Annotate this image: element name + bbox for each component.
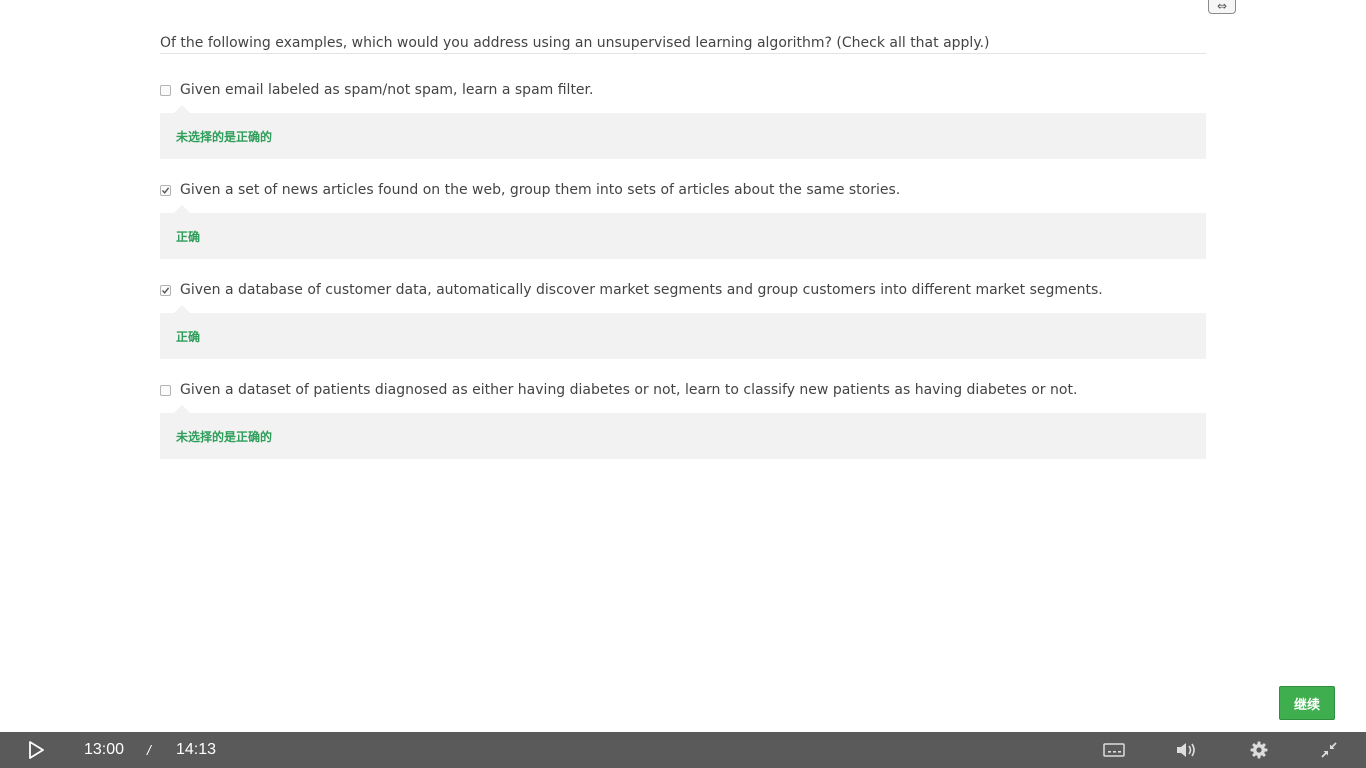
option-4: Given a dataset of patients diagnosed as… — [160, 379, 1206, 459]
volume-button[interactable] — [1174, 732, 1198, 768]
feedback-box: 正确 — [160, 205, 1206, 259]
option-checkbox[interactable] — [160, 384, 171, 396]
option-3: Given a database of customer data, autom… — [160, 279, 1206, 359]
option-label: Given a set of news articles found on th… — [180, 182, 901, 198]
option-checkbox[interactable] — [160, 84, 171, 96]
feedback-box: 正确 — [160, 305, 1206, 359]
current-time: 13:00 — [84, 741, 125, 758]
feedback-text: 未选择的是正确的 — [176, 429, 273, 444]
feedback-text: 正确 — [176, 229, 201, 244]
duration: 14:13 — [176, 741, 217, 758]
feedback-box: 未选择的是正确的 — [160, 105, 1206, 159]
volume-icon — [1177, 743, 1195, 757]
option-label: Given a database of customer data, autom… — [180, 282, 1103, 298]
feedback-text: 未选择的是正确的 — [176, 129, 273, 144]
captions-icon — [1103, 743, 1125, 757]
check-mark-icon — [161, 286, 170, 294]
exit-fullscreen-button[interactable] — [1317, 732, 1341, 768]
continue-button[interactable]: 继续 — [1279, 686, 1335, 720]
play-button[interactable] — [24, 732, 48, 768]
horizontal-arrows-icon: ⇔ — [1216, 0, 1228, 13]
option-checkbox[interactable] — [160, 184, 171, 196]
settings-button[interactable] — [1247, 732, 1271, 768]
option-1: Given email labeled as spam/not spam, le… — [160, 79, 1206, 159]
feedback-box: 未选择的是正确的 — [160, 405, 1206, 459]
option-2: Given a set of news articles found on th… — [160, 179, 1206, 259]
feedback-text: 正确 — [176, 329, 201, 344]
captions-button[interactable] — [1102, 732, 1126, 768]
option-label: Given a dataset of patients diagnosed as… — [180, 382, 1078, 398]
resize-toggle-button[interactable]: ⇔ — [1208, 0, 1236, 14]
check-mark-icon — [161, 186, 170, 194]
gear-icon — [1250, 741, 1268, 759]
play-icon — [29, 741, 44, 759]
exit-fullscreen-icon — [1321, 742, 1337, 758]
option-label: Given email labeled as spam/not spam, le… — [180, 82, 594, 98]
time-separator: / — [147, 742, 151, 758]
video-control-bar: 13:00 / 14:13 — [0, 732, 1366, 768]
option-checkbox[interactable] — [160, 284, 171, 296]
quiz-panel: Of the following examples, which would y… — [160, 32, 1206, 459]
question-text: Of the following examples, which would y… — [160, 32, 1206, 54]
